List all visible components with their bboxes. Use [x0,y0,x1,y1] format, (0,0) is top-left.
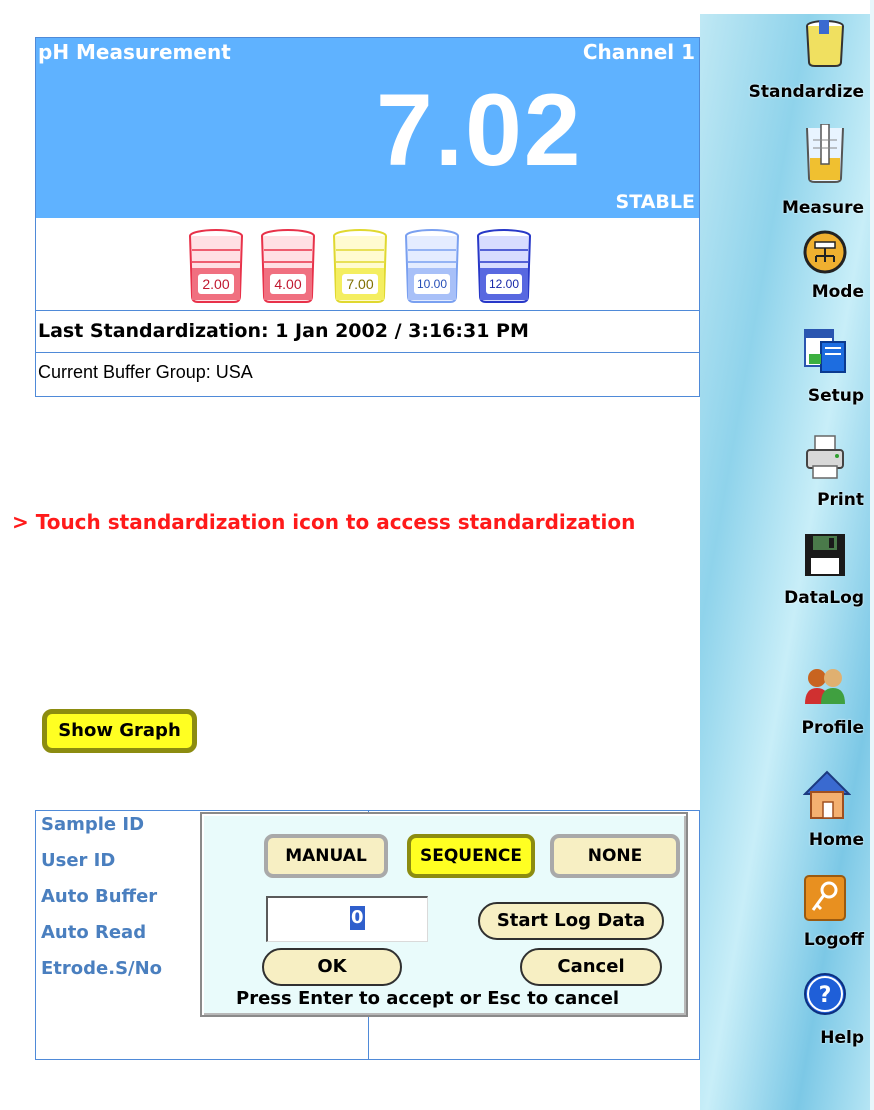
window-right-border [870,0,874,1110]
ok-button[interactable]: OK [262,948,402,986]
datalog-icon [803,532,847,576]
panel-divider [36,310,699,311]
measurement-header: pH Measurement Channel 1 7.02 STABLE [36,38,699,218]
toolbar-item-setup[interactable]: Setup [700,328,870,418]
sequence-button[interactable]: SEQUENCE [407,834,535,878]
toolbar-label: Logoff [803,930,864,950]
toolbar-item-measure[interactable]: Measure [700,123,870,218]
print-icon [803,434,847,479]
toolbar-label: Mode [811,282,864,302]
sample-id-label: Sample ID [41,814,145,835]
auto-buffer-label: Auto Buffer [41,886,158,907]
window-left-border [0,0,12,1110]
beaker-label: 4.00 [270,274,306,294]
data-log-dialog: MANUAL SEQUENCE NONE 0 Start Log Data OK… [200,812,688,1017]
beaker-label: 7.00 [342,274,378,294]
beaker-label: 10.00 [414,274,450,294]
show-graph-button[interactable]: Show Graph [42,709,197,753]
beaker-icon: 4.00 [258,228,318,304]
beaker-icon: 2.00 [186,228,246,304]
beaker-icon: 12.00 [474,228,534,304]
logoff-icon [803,874,847,921]
cancel-button[interactable]: Cancel [520,948,662,986]
last-standardization: Last Standardization: 1 Jan 2002 / 3:16:… [38,320,529,342]
panel-divider [36,352,699,353]
toolbar-item-datalog[interactable]: DataLog [700,532,870,622]
buffer-beakers: 2.00 4.00 7.00 10.00 12.00 [186,228,586,308]
toolbar-item-help[interactable]: ? Help [700,972,870,1062]
dialog-hint: Press Enter to accept or Esc to cancel [236,988,620,1009]
toolbar-item-print[interactable]: Print [700,434,870,524]
user-id-label: User ID [41,850,116,871]
toolbar-label: Home [808,830,864,850]
toolbar-label: Help [820,1028,864,1048]
none-button[interactable]: NONE [550,834,680,878]
start-log-data-button[interactable]: Start Log Data [478,902,664,940]
toolbar-label: Measure [781,198,864,218]
right-toolbar: Standardize Measure Mode Setup Print Dat… [700,14,870,1110]
mode-icon [803,230,847,274]
beaker-label: 12.00 [486,274,522,294]
toolbar-label: Print [817,490,864,510]
toolbar-item-logoff[interactable]: Logoff [700,874,870,964]
toolbar-item-profile[interactable]: Profile [700,666,870,756]
etrode-sno-label: Etrode.S/No [41,958,163,979]
standardize-icon [803,18,847,67]
auto-read-label: Auto Read [41,922,147,943]
measurement-panel: pH Measurement Channel 1 7.02 STABLE 2.0… [35,37,700,397]
home-icon [802,770,852,819]
standardization-prompt: > Touch standardization icon to access s… [12,510,636,534]
help-icon: ? [803,972,847,1016]
beaker-icon: 7.00 [330,228,390,304]
beaker-label: 2.00 [198,274,234,294]
svg-text:?: ? [819,983,832,1008]
toolbar-item-home[interactable]: Home [700,770,870,860]
log-count-value: 0 [350,906,365,930]
toolbar-label: Profile [801,718,864,738]
ph-reading: 7.02 [376,73,583,187]
measure-icon [803,123,847,183]
toolbar-label: DataLog [784,588,864,608]
channel-label: Channel 1 [582,40,695,64]
measurement-title: pH Measurement [38,40,231,64]
beaker-icon: 10.00 [402,228,462,304]
stability-status: STABLE [615,191,695,213]
profile-icon [803,666,847,710]
toolbar-label: Standardize [748,82,864,102]
toolbar-item-standardize[interactable]: Standardize [700,18,870,108]
log-count-input[interactable]: 0 [266,896,428,942]
window-top-border [0,0,874,12]
setup-icon [803,328,847,373]
manual-button[interactable]: MANUAL [264,834,388,878]
toolbar-item-mode[interactable]: Mode [700,230,870,320]
toolbar-label: Setup [807,386,864,406]
buffer-group: Current Buffer Group: USA [38,362,253,382]
